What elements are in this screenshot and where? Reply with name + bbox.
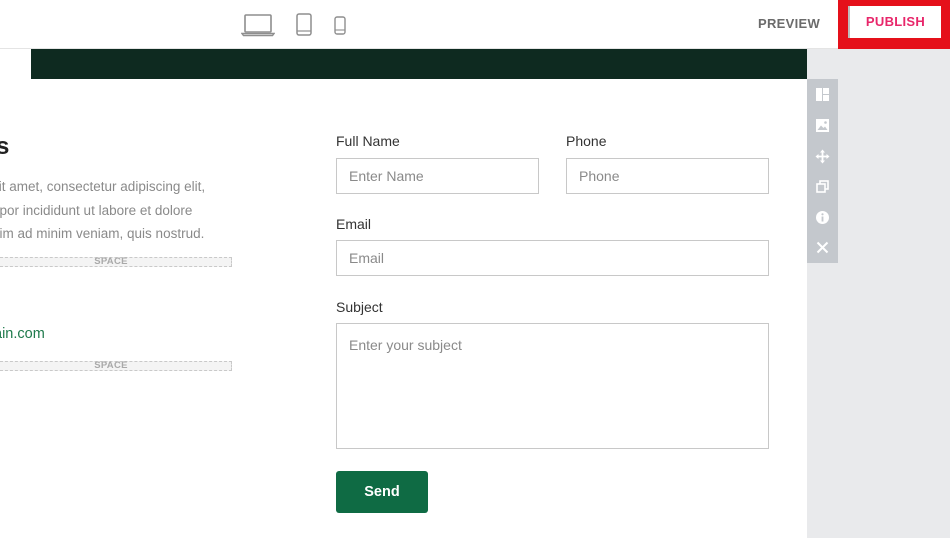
section-heading: s (0, 133, 10, 160)
email-input[interactable]: Email (336, 240, 769, 276)
close-icon[interactable] (814, 239, 831, 256)
paragraph-line: nim ad minim veniam, quis nostrud. (0, 226, 205, 241)
paragraph-line: sit amet, consectetur adipiscing elit, (0, 179, 206, 194)
phone-input[interactable]: Phone (566, 158, 769, 194)
subject-textarea[interactable]: Enter your subject (336, 323, 769, 449)
subject-label: Subject (336, 299, 383, 315)
page-canvas: s sit amet, consectetur adipiscing elit,… (0, 49, 807, 538)
full-name-input[interactable]: Enter Name (336, 158, 539, 194)
phone-label: Phone (566, 133, 607, 149)
duplicate-icon[interactable] (814, 178, 831, 195)
editor-toolbar: PREVIEW PUBLISH (0, 0, 950, 49)
space-spacer[interactable]: SPACE (0, 361, 232, 371)
mobile-icon[interactable] (333, 13, 347, 37)
preview-button[interactable]: PREVIEW (744, 14, 834, 34)
send-button[interactable]: Send (336, 471, 428, 513)
email-label: Email (336, 216, 372, 232)
space-label: SPACE (94, 360, 128, 371)
laptop-icon[interactable] (241, 13, 275, 37)
publish-button[interactable]: PUBLISH (848, 6, 941, 38)
image-icon[interactable] (814, 117, 831, 134)
move-icon[interactable] (814, 148, 831, 165)
email-link[interactable]: ain.com (0, 326, 45, 342)
tablet-icon[interactable] (295, 13, 313, 37)
layout-icon[interactable] (814, 86, 831, 103)
space-label: SPACE (94, 256, 128, 267)
block-tools-panel (807, 79, 838, 263)
paragraph-line: npor incididunt ut labore et dolore (0, 202, 193, 218)
section-paragraph: sit amet, consectetur adipiscing elit, n… (0, 175, 242, 246)
full-name-label: Full Name (336, 133, 400, 149)
space-spacer[interactable]: SPACE (0, 257, 232, 267)
publish-highlight: PUBLISH (838, 0, 950, 49)
info-icon[interactable] (814, 209, 831, 226)
contact-info-column: s sit amet, consectetur adipiscing elit,… (0, 49, 260, 538)
